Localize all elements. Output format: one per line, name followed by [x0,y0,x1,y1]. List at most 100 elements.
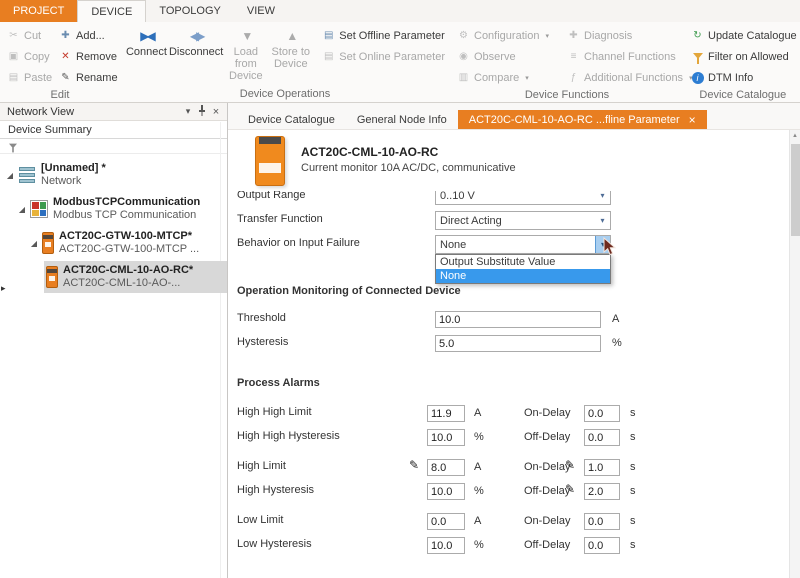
tree-filter-row[interactable] [0,139,227,154]
ribbon-tab-view[interactable]: VIEW [234,0,288,22]
copy-icon: ▣ [7,51,20,62]
observe-icon: ◉ [457,51,470,62]
tree-item-title: ACT20C-CML-10-AO-RC* [63,264,193,277]
store-to-device-button[interactable]: ▲ Store to Device [268,25,313,87]
alarm-value-input[interactable] [427,483,465,500]
output-range-row: Output Range 0..10 V ▾ [228,191,800,208]
cut-button[interactable]: ✂ Cut [4,25,56,46]
delay-label: On-Delay [524,461,570,473]
close-panel-icon[interactable]: × [209,106,223,118]
compare-button[interactable]: ▥ Compare ▾ [454,67,564,88]
set-online-parameter-button[interactable]: ▤ Set Online Parameter [319,46,448,67]
hysteresis-label: Hysteresis [237,336,288,348]
ribbon-group-device-functions: ⚙ Configuration ▾ ◉ Observe ▥ Compare ▾ … [450,22,684,102]
delay-value-input[interactable] [584,429,620,446]
process-alarms-heading: Process Alarms [237,377,800,393]
additional-functions-button[interactable]: ƒ Additional Functions ▾ [564,67,686,88]
tree-expander-icon[interactable]: ◢ [4,171,16,180]
tab-device-catalogue[interactable]: Device Catalogue [237,110,346,129]
remove-button[interactable]: ✕ Remove [56,46,118,67]
alarm-value-input[interactable] [427,429,465,446]
transfer-function-label: Transfer Function [237,213,323,225]
ribbon-group-edit: ✂ Cut ▣ Copy ▤ Paste ✚ Add... ✕ Remove [0,22,120,102]
close-tab-icon[interactable]: × [689,114,696,126]
tree-item-subtitle: Modbus TCP Communication [53,209,200,222]
dropdown-arrow-icon[interactable]: ▾ [595,191,610,204]
tree-expander-icon[interactable]: ◢ [16,205,28,214]
delay-value-input[interactable] [584,405,620,422]
dropdown-arrow-icon[interactable]: ▾ [595,212,610,229]
filter-on-allowed-button[interactable]: Filter on Allowed [688,46,800,67]
disconnect-button[interactable]: ◀▶ Disconnect [169,25,223,87]
tab-offline-parameter[interactable]: ACT20C-CML-10-AO-RC ...fline Parameter × [458,110,707,129]
tree-item-subtitle: ACT20C-GTW-100-MTCP ... [59,243,199,256]
tree-item-title: ModbusTCPCommunication [53,196,200,209]
threshold-input[interactable] [435,311,601,328]
vertical-scrollbar[interactable]: ▲ [789,130,800,578]
dropdown-option-output-substitute-value[interactable]: Output Substitute Value [436,255,610,269]
tree-item-gateway[interactable]: ◢ ACT20C-GTW-100-MTCP* ACT20C-GTW-100-MT… [0,227,227,259]
add-icon: ✚ [59,30,72,41]
transfer-function-select[interactable]: Direct Acting ▾ [435,211,611,230]
panel-collapse-arrow[interactable]: ▸ [1,283,6,294]
ribbon-group-label-device-operations: Device Operations [120,87,450,102]
behavior-on-input-failure-select[interactable]: None ▾ [435,235,611,254]
channel-functions-button[interactable]: ≡ Channel Functions [564,46,686,67]
hysteresis-input[interactable] [435,335,601,352]
menu-arrow-icon: ▾ [525,74,529,82]
alarm-label: Low Limit [237,514,283,526]
ribbon-tab-project[interactable]: PROJECT [0,0,77,22]
alarm-value-input[interactable] [427,513,465,530]
delay-value-input[interactable] [584,537,620,554]
tree-item-title: [Unnamed] * [41,162,106,175]
load-from-device-button[interactable]: ▼ Load from Device [223,25,268,87]
dropdown-option-none[interactable]: None [436,269,610,283]
tree-expander-icon[interactable]: ◢ [28,239,40,248]
paste-button[interactable]: ▤ Paste [4,67,56,88]
configuration-button[interactable]: ⚙ Configuration ▾ [454,25,564,46]
scroll-up-icon[interactable]: ▲ [790,130,800,142]
rename-button[interactable]: ✎ Rename [56,67,118,88]
alarm-value-input[interactable] [427,405,465,422]
diagnosis-button[interactable]: ✚ Diagnosis [564,25,686,46]
tab-general-node-info[interactable]: General Node Info [346,110,458,129]
behavior-on-input-failure-label: Behavior on Input Failure [237,237,360,249]
output-range-select[interactable]: 0..10 V ▾ [435,191,611,205]
alarm-value-input[interactable] [427,459,465,476]
output-range-label: Output Range [237,191,306,201]
delay-value-input[interactable] [584,483,620,500]
ribbon-tab-topology[interactable]: TOPOLOGY [146,0,234,22]
ribbon-tab-device[interactable]: DEVICE [77,0,146,22]
window-position-icon[interactable]: ▾ [181,106,195,117]
parameter-form: Output Range 0..10 V ▾ Transfer Function… [228,191,800,557]
scrollbar-thumb[interactable] [791,144,800,236]
alarm-unit: % [474,485,484,497]
copy-button[interactable]: ▣ Copy [4,46,56,67]
edited-pencil-icon: ✎ [565,482,575,496]
tree-item-modbus[interactable]: ◢ ModbusTCPCommunication Modbus TCP Comm… [0,193,227,225]
hysteresis-row: Hysteresis % [228,331,800,355]
selected-tree-row[interactable]: ACT20C-CML-10-AO-RC* ACT20C-CML-10-AO-..… [44,261,227,293]
tree-item-network[interactable]: ◢ [Unnamed] * Network [0,159,227,191]
connect-button[interactable]: ▶◀ Connect [124,25,169,87]
tree-item-act20c-cml[interactable]: ACT20C-CML-10-AO-RC* ACT20C-CML-10-AO-..… [0,261,227,293]
device-header: ACT20C-CML-10-AO-RC Current monitor 10A … [228,130,800,191]
dropdown-popup: Output Substitute Value None [435,254,611,284]
alarm-value-input[interactable] [427,537,465,554]
add-button[interactable]: ✚ Add... [56,25,118,46]
set-offline-parameter-button[interactable]: ▤ Set Offline Parameter [319,25,448,46]
alarm-row-low-limit: Low Limit A On-Delay s [228,509,800,533]
observe-button[interactable]: ◉ Observe [454,46,564,67]
pin-icon[interactable] [195,105,209,118]
set-online-parameter-icon: ▤ [322,51,335,62]
dtm-info-button[interactable]: i DTM Info [688,67,800,88]
device-module-icon [42,232,54,254]
delay-value-input[interactable] [584,513,620,530]
delay-value-input[interactable] [584,459,620,476]
alarm-label: High Hysteresis [237,484,314,496]
set-offline-parameter-icon: ▤ [322,30,335,41]
delay-unit: s [630,431,636,443]
update-catalogue-button[interactable]: ↻ Update Catalogue [688,25,800,46]
delay-label: Off-Delay [524,539,570,551]
menu-arrow-icon: ▾ [545,32,549,40]
